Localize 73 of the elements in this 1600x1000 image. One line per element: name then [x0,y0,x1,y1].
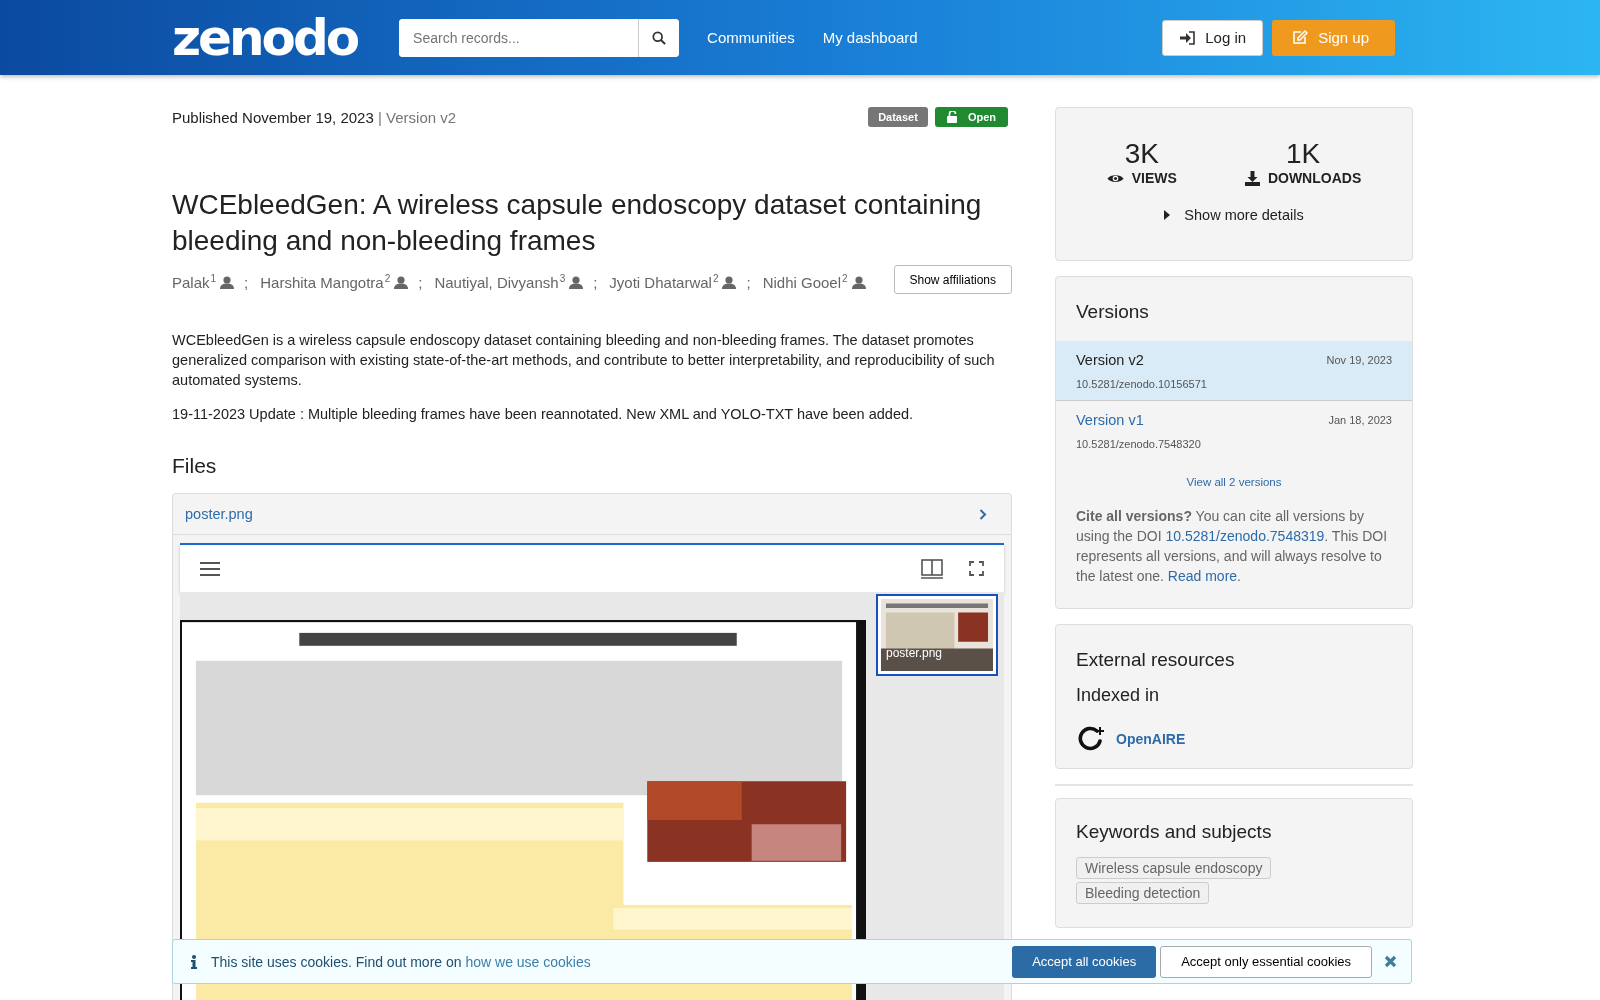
caret-icon [1164,210,1171,220]
stat-value: 3K [1124,140,1159,168]
record-title: WCEbleedGen: A wireless capsule endoscopy dataset containing bleeding and non-bleeding frames [172,188,983,258]
accept-essential-cookies-button[interactable]: Accept only essential cookies [1160,945,1372,978]
unlock-icon [946,111,958,123]
version-doi: 10.5281/zenodo.10156571 [1076,378,1208,390]
separator: ; [593,273,598,291]
versions-heading: Versions [1076,301,1150,323]
cite-all-versions-text: Cite all versions? You can cite all versions by using the DOI 10.5281/zenodo.7548319. This DOI represents all versions, and will always resolve to the latest one. Read more. [1076,507,1389,586]
read-more-link[interactable]: Read more [1167,568,1238,584]
openaire-link[interactable]: OpenAIRE [1116,731,1186,747]
keyword-tag[interactable]: Wireless capsule endoscopy [1076,857,1272,879]
version-date: Jan 18, 2023 [1328,414,1392,426]
indexed-in-heading: Indexed in [1076,685,1161,706]
file-header[interactable]: poster.png [173,494,1011,535]
stat-label: VIEWS [1131,170,1177,186]
person-icon [220,275,235,289]
show-more-details-toggle[interactable]: Show more details [1158,206,1310,224]
sign-in-icon [1179,30,1196,45]
person-icon [569,275,584,289]
search-field[interactable]: Search records... [399,18,680,57]
thumbnail[interactable]: poster.png [876,594,998,676]
person-icon [722,275,737,289]
stat-label: DOWNLOADS [1267,170,1362,186]
openaire-logo-icon [1078,726,1104,752]
menu-icon[interactable] [200,561,220,576]
download-icon [1244,170,1260,186]
files-heading: Files [172,454,218,478]
info-icon [191,954,197,969]
external-resources-heading: External resources [1076,649,1236,671]
accept-all-cookies-button[interactable]: Accept all cookies [1012,945,1157,978]
eye-icon [1106,172,1124,184]
version-item[interactable]: Version v2 Nov 19, 2023 10.5281/zenodo.10156571 [1056,341,1412,401]
separator: ; [418,273,423,291]
version-label: Version v2 [1076,352,1144,368]
keywords-heading: Keywords and subjects [1076,821,1273,843]
stat-value: 1K [1285,140,1321,168]
author-link[interactable]: Nidhi Gooel$^{2}$ [762,273,848,291]
publication-date: Published November 19, 2023 | Version v2 [172,108,457,126]
show-affiliations-button[interactable]: Show affiliations [893,265,1012,294]
person-icon [394,275,409,289]
search-icon [652,30,667,45]
author-link[interactable]: Jyoti Dhatarwal$^{2}$ [609,273,719,291]
version-item[interactable]: Version v1 Jan 18, 2023 10.5281/zenodo.7548320 [1056,401,1412,460]
separator: ; [746,273,751,291]
book-icon[interactable] [921,558,943,579]
chevron-right-icon [979,508,987,520]
edit-icon [1292,30,1309,45]
author-link[interactable]: Harshita Mangotra$^{2}$ [260,273,391,291]
version-doi: 10.5281/zenodo.7548320 [1076,438,1202,450]
cookie-policy-link[interactable]: how we use cookies [465,953,591,970]
keyword-tag[interactable]: Bleeding detection [1076,882,1210,904]
thumbnail-label: poster.png [886,646,943,660]
version-date: Nov 19, 2023 [1326,354,1392,366]
separator: ; [244,273,249,291]
version-label[interactable]: Version v1 [1076,412,1144,428]
author-link[interactable]: Palak$^{1}$ [172,273,217,291]
author-link[interactable]: Nautiyal, Divyansh$^{3}$ [434,273,566,291]
nav-link[interactable]: Communities [707,29,795,46]
search-button[interactable] [638,18,680,57]
file-link[interactable]: poster.png [185,506,253,522]
view-all-versions-link[interactable]: View all 2 versions [1186,476,1282,488]
close-icon[interactable] [1384,955,1397,968]
person-icon [851,275,866,289]
logo[interactable]: zenodo [172,12,358,63]
description-paragraph: 19-11-2023 Update : Multiple bleeding frames have been reannotated. New XML and YOLO-TXT have been added. [172,405,915,424]
description-paragraph: WCEbleedGen is a wireless capsule endoscopy dataset containing bleeding and non-bleeding frames. The dataset promotes generalized comparison with existing state-of-the-art methods, and contribute to better interpretability, and reproducibility of such automated systems. [172,331,996,390]
cookie-message: This site uses cookies. Find out more on how we use cookies [211,953,591,970]
nav-link[interactable]: My dashboard [822,29,918,46]
fullscreen-icon[interactable] [969,561,984,576]
login-button[interactable]: Log in [1162,19,1264,56]
access-badge: Open [934,107,1008,127]
type-badge: Dataset [868,107,928,127]
